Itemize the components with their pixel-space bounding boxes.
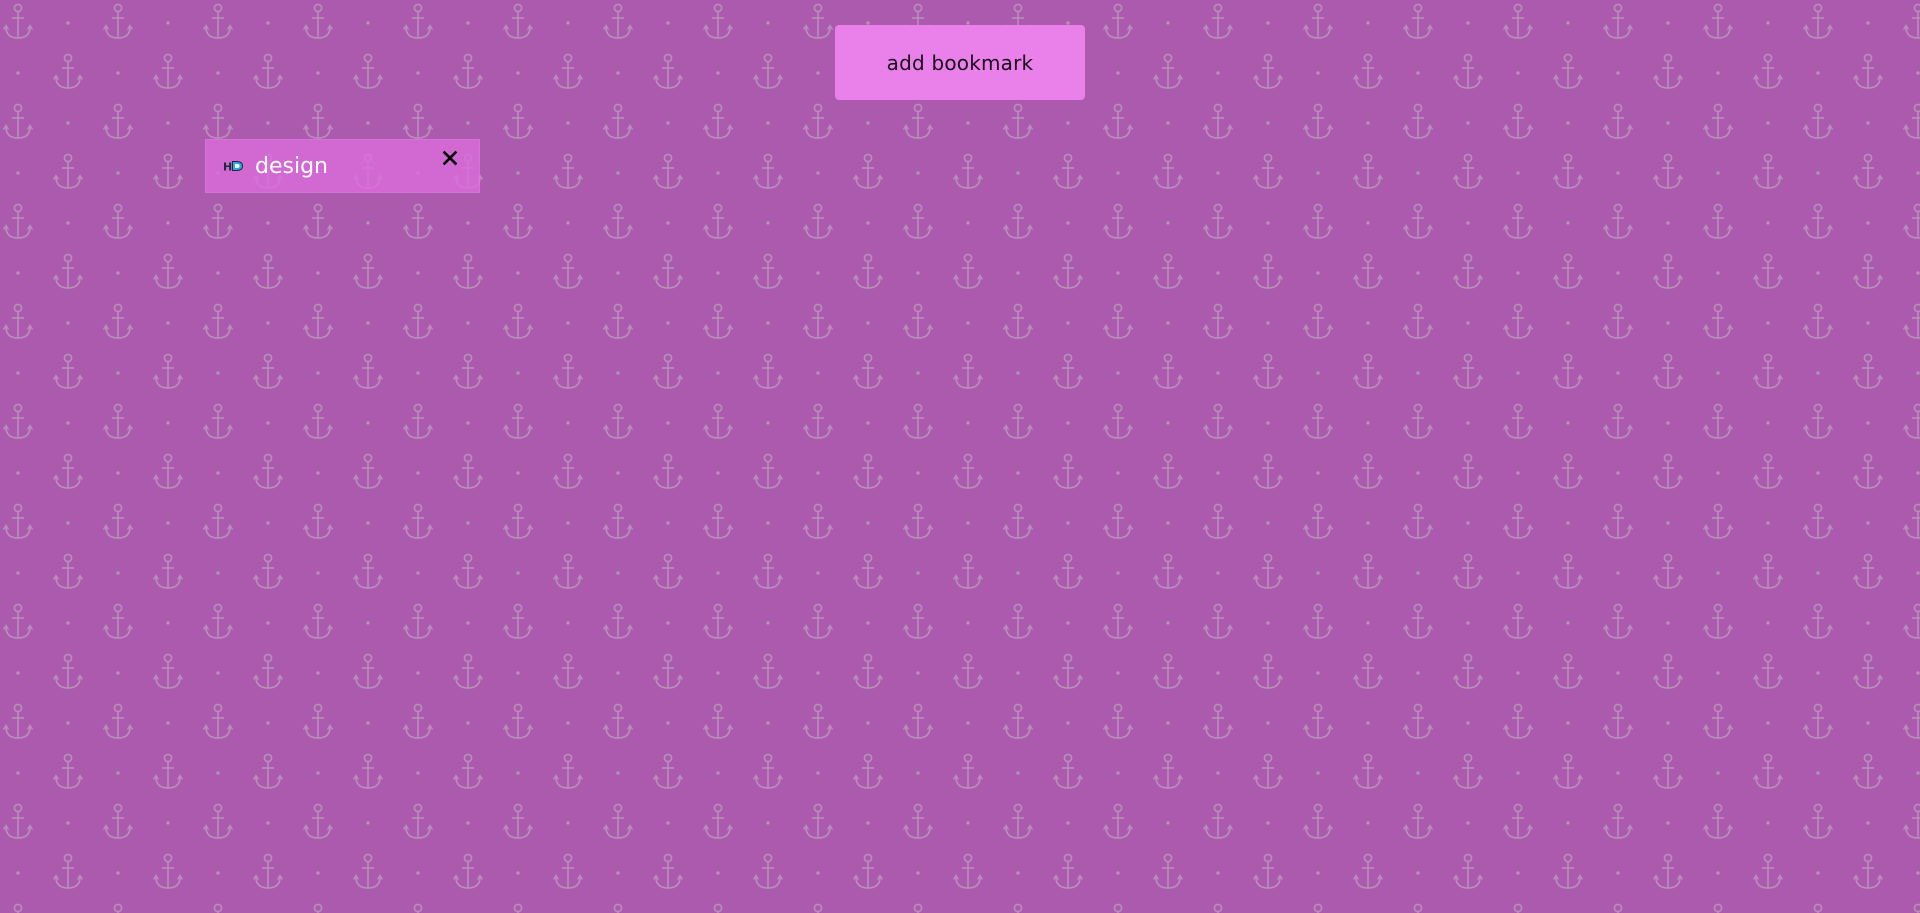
bookmark-item[interactable]: H design [205,139,480,193]
bookmark-label[interactable]: design [255,155,328,178]
add-bookmark-button[interactable]: add bookmark [835,25,1085,100]
svg-text:H: H [223,161,232,174]
hd-logo-icon: H [223,159,245,173]
anchor-pattern-background [0,0,1920,913]
close-icon[interactable] [439,147,461,169]
